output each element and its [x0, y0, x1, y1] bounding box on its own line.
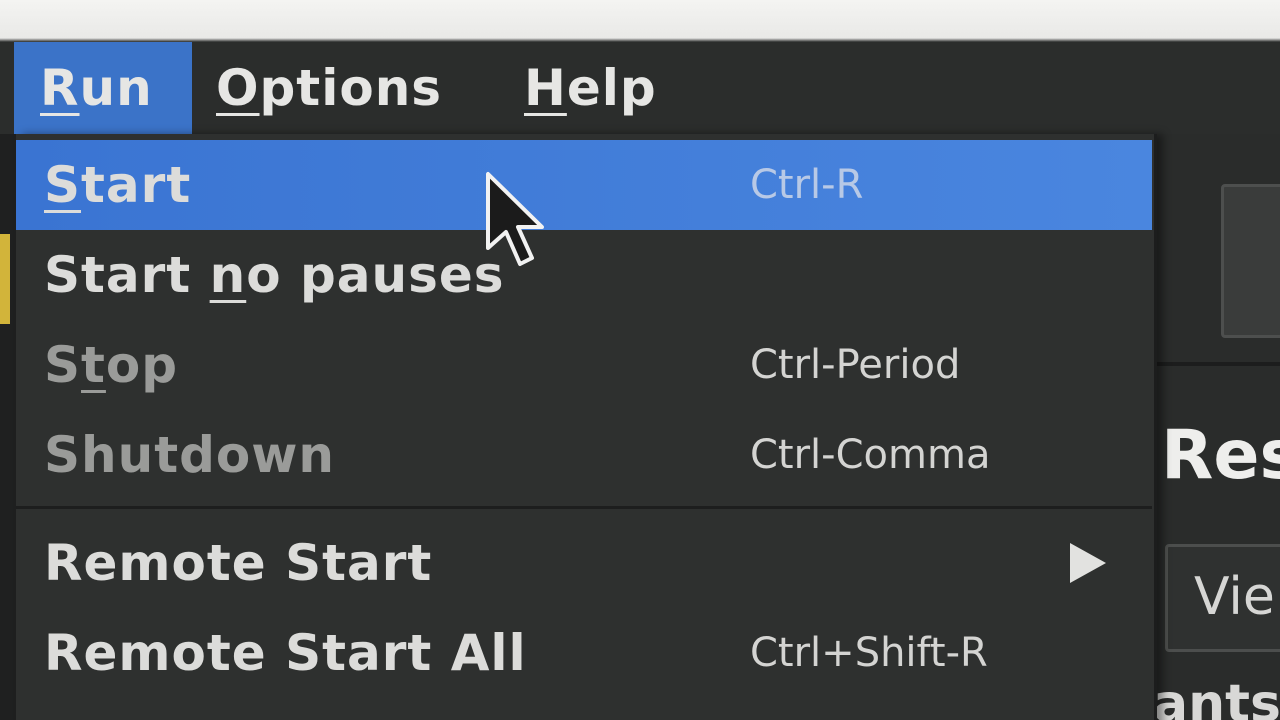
triangle-right-icon	[1070, 543, 1106, 583]
menu-run[interactable]: Run	[14, 42, 192, 134]
menu-item-remote-start-all-label: Remote Start All	[44, 624, 527, 682]
menu-help-mnemonic: H	[524, 59, 567, 117]
background-heading: Res	[1161, 416, 1280, 495]
menu-options-mnemonic: O	[216, 59, 260, 117]
menu-item-start-no-pauses[interactable]: Start no pauses	[16, 230, 1152, 320]
background-preview-box	[1221, 184, 1280, 338]
left-edge-strip	[0, 134, 16, 720]
menu-item-remote-start-all-shortcut: Ctrl+Shift-R	[750, 630, 988, 676]
menu-help-rest: elp	[566, 59, 657, 117]
menu-item-start-label: Start	[44, 156, 192, 214]
background-bottom-text: ants	[1153, 674, 1280, 720]
menu-item-start-no-pauses-label: Start no pauses	[44, 246, 505, 304]
menu-item-remote-start[interactable]: Remote Start	[16, 518, 1152, 608]
menu-item-stop-label: Stop	[44, 336, 179, 394]
arrow-cursor-icon	[486, 172, 544, 266]
run-menu-dropdown: Start Ctrl-R Start no pauses Stop Ctrl-P…	[16, 134, 1157, 720]
menu-item-remote-start-all[interactable]: Remote Start All Ctrl+Shift-R	[16, 608, 1152, 698]
menu-item-stop[interactable]: Stop Ctrl-Period	[16, 320, 1152, 410]
screen: Run Options Help Res Vie ants Start Ctrl…	[0, 0, 1280, 720]
menu-options-rest: ptions	[259, 59, 443, 117]
menu-item-stop-shortcut: Ctrl-Period	[750, 342, 961, 388]
menu-item-shutdown-shortcut: Ctrl-Comma	[750, 432, 991, 478]
menu-item-start[interactable]: Start Ctrl-R	[16, 140, 1152, 230]
menu-separator	[16, 506, 1152, 509]
background-window: Res Vie ants	[1153, 134, 1280, 720]
background-view-button[interactable]: Vie	[1165, 544, 1280, 652]
menu-options[interactable]: Options	[216, 42, 442, 134]
background-view-button-label: Vie	[1194, 567, 1275, 627]
background-divider	[1157, 362, 1280, 366]
menu-item-remote-start-label: Remote Start	[44, 534, 433, 592]
menu-run-mnemonic: R	[40, 59, 80, 117]
menu-item-start-shortcut: Ctrl-R	[750, 162, 864, 208]
menu-run-rest: un	[79, 59, 153, 117]
menu-help[interactable]: Help	[524, 42, 657, 134]
left-strip-accent	[0, 234, 10, 324]
menu-item-shutdown[interactable]: Shutdown Ctrl-Comma	[16, 410, 1152, 500]
menu-item-shutdown-label: Shutdown	[44, 426, 336, 484]
menu-bar: Run Options Help	[0, 42, 1280, 134]
